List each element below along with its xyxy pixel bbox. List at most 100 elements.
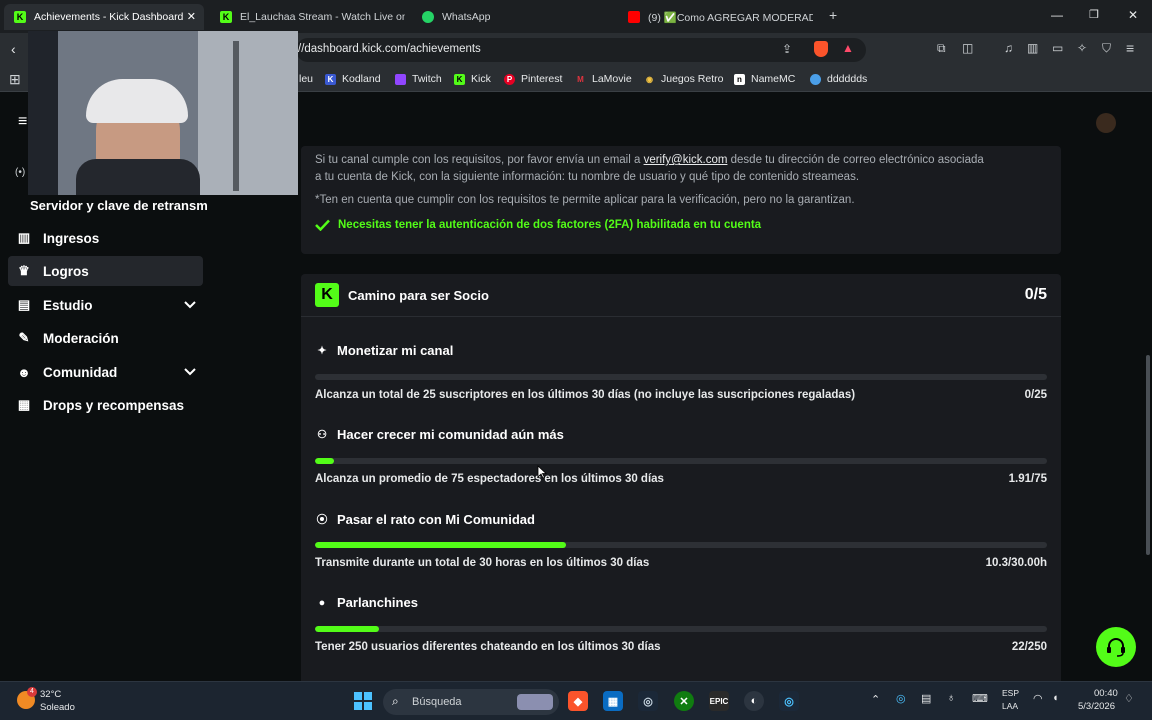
bookmark-dddddds[interactable]: dddddds	[810, 73, 867, 85]
tab-title: (9) ✅Como AGREGAR MODERADOR	[648, 11, 813, 24]
bookmark-kodland[interactable]: K Kodland	[325, 73, 381, 85]
brave-taskbar-icon[interactable]: ◆	[568, 691, 588, 711]
chevron-down-icon[interactable]	[183, 365, 197, 379]
tab-youtube[interactable]: (9) ✅Como AGREGAR MODERADOR	[618, 4, 813, 30]
store-taskbar-icon[interactable]: ▦	[603, 691, 623, 711]
requirement-2fa-text: Necesitas tener la autenticación de dos …	[338, 219, 762, 231]
keyboard-icon[interactable]: ⌨	[972, 692, 988, 705]
support-chat-button[interactable]	[1096, 627, 1136, 667]
sidebar-toggle-icon[interactable]: ▥	[1027, 41, 1038, 55]
close-tab-icon[interactable]: ✕	[187, 10, 196, 23]
studio-icon: ▤	[17, 297, 31, 312]
namemc-icon: n	[734, 73, 745, 85]
scrollbar-thumb[interactable]	[1146, 355, 1150, 555]
sidebar-item-estudio[interactable]: ▤ Estudio	[8, 290, 203, 320]
sidebar-item-stream-key[interactable]: Servidor y clave de retransm	[30, 198, 208, 213]
bookmark-namemc[interactable]: n NameMC	[734, 73, 795, 85]
wallet-icon[interactable]: ▭	[1052, 41, 1063, 55]
verification-card: Si tu canal cumple con los requisitos, p…	[301, 146, 1061, 254]
new-tab-icon[interactable]: +	[829, 7, 837, 23]
bookmark-kick[interactable]: K Kick	[454, 73, 491, 85]
sidebar-item-drops[interactable]: ▦ Drops y recompensas	[8, 390, 203, 420]
bank-icon: ▥	[17, 230, 31, 245]
bookmark-juegos-retro[interactable]: ◉ Juegos Retro	[644, 73, 723, 85]
leo-ai-icon[interactable]: ✧	[1077, 41, 1087, 55]
bookmark-twitch[interactable]: Twitch	[395, 73, 442, 85]
sidebar-item-label: Estudio	[43, 297, 93, 313]
requirement-text: Tener 250 usuarios diferentes chateando …	[315, 641, 661, 653]
apps-grid-icon[interactable]: ⊞	[9, 71, 21, 88]
clock-date[interactable]: 5/3/2026	[1078, 701, 1115, 712]
brave-rewards-icon[interactable]: ▲	[842, 41, 854, 55]
microphone-icon[interactable]: ♁	[947, 692, 955, 704]
chevron-down-icon[interactable]	[183, 298, 197, 312]
sidebar-item-label: Drops y recompensas	[43, 397, 185, 413]
address-bar[interactable]: //dashboard.kick.com/achievements ⇪ ▲	[296, 38, 866, 62]
kick-favicon-icon: K	[220, 11, 232, 23]
sidebar-item-moderacion[interactable]: ✎ Moderación	[8, 323, 203, 353]
section-pasar-el-rato: ⦿ Pasar el rato con Mi Comunidad	[316, 511, 535, 527]
music-icon[interactable]: ♫	[1004, 41, 1013, 55]
section-crecer: ⚇ Hacer crecer mi comunidad aún más	[315, 427, 564, 442]
kick-logo-icon: K	[315, 283, 339, 307]
progress-fill	[315, 458, 334, 464]
bookmark-pinterest[interactable]: P Pinterest	[504, 73, 562, 85]
keyboard-layout[interactable]: LAA	[1002, 701, 1018, 711]
weather-desc: Soleado	[40, 702, 75, 713]
menu-icon[interactable]: ≡	[1126, 40, 1134, 56]
minimize-icon[interactable]: —	[1051, 8, 1063, 22]
bookmark-lamovie[interactable]: M LaMovie	[575, 73, 632, 85]
steam-tray-icon[interactable]: ◎	[896, 692, 906, 705]
windows-start-icon[interactable]	[354, 692, 372, 710]
screenshot-icon[interactable]: ◫	[962, 41, 973, 55]
webcam-overlay	[28, 31, 298, 195]
search-icon: ⌕	[392, 694, 399, 708]
wifi-icon[interactable]: ◠	[1033, 692, 1043, 705]
verify-email-link[interactable]: verify@kick.com	[644, 154, 728, 166]
language-code[interactable]: ESP	[1002, 688, 1019, 698]
kick-favicon-icon: K	[14, 11, 26, 23]
avatar[interactable]	[1096, 113, 1116, 133]
partner-progress: 0/5	[1024, 286, 1047, 303]
steam-taskbar-icon[interactable]: ◎	[638, 691, 658, 711]
steam-chat-taskbar-icon[interactable]: ◎	[779, 691, 799, 711]
brave-shield-icon[interactable]	[814, 41, 828, 57]
sidebar-item-logros[interactable]: ♛ Logros	[8, 256, 203, 286]
lamovie-icon: M	[577, 74, 584, 84]
tray-app-icon[interactable]: ▤	[921, 692, 931, 705]
search-highlight-image	[517, 694, 553, 710]
tab-stream[interactable]: K El_Lauchaa Stream - Watch Live on K	[210, 4, 405, 30]
notifications-bell-icon[interactable]: ♢	[1124, 692, 1134, 705]
back-icon[interactable]: ‹	[11, 41, 16, 57]
taskbar-search[interactable]: ⌕ Búsqueda	[383, 689, 559, 715]
xbox-taskbar-icon[interactable]: ✕	[674, 691, 694, 711]
partner-card: K Camino para ser Socio 0/5 ✦ Monetizar …	[301, 274, 1061, 681]
share-icon[interactable]: ⇪	[782, 42, 792, 56]
volume-icon[interactable]: ◖	[1052, 692, 1059, 704]
tab-title: El_Lauchaa Stream - Watch Live on K	[240, 11, 405, 23]
requirement-value: 0/25	[1024, 389, 1047, 401]
restore-icon[interactable]: ❐	[1089, 8, 1099, 21]
sidebar-item-label: Logros	[43, 263, 89, 279]
show-hidden-icons-icon[interactable]: ⌃	[871, 693, 880, 706]
close-window-icon[interactable]: ✕	[1128, 8, 1138, 22]
whatsapp-favicon-icon	[422, 11, 434, 23]
sidebar-item-label: Ingresos	[43, 230, 100, 246]
tab-title: Achievements - Kick Dashboard	[34, 11, 184, 23]
sidebar-item-comunidad[interactable]: ☻ Comunidad	[8, 357, 203, 387]
headset-icon	[1107, 638, 1125, 657]
tab-whatsapp[interactable]: WhatsApp	[412, 4, 607, 30]
obs-taskbar-icon[interactable]: ◐	[744, 691, 764, 711]
tab-achievements[interactable]: K Achievements - Kick Dashboard ✕	[4, 4, 204, 30]
weather-temp: 32°C	[40, 689, 62, 700]
trophy-icon: ♛	[18, 263, 30, 278]
extensions-icon[interactable]: ⧉	[937, 41, 946, 56]
requirement-value: 22/250	[1011, 641, 1047, 653]
clock-time[interactable]: 00:40	[1094, 688, 1118, 699]
sidebar-item-ingresos[interactable]: ▥ Ingresos	[8, 223, 203, 253]
tab-title: WhatsApp	[442, 11, 491, 23]
vpn-icon[interactable]: ⛉	[1102, 41, 1111, 56]
epic-games-taskbar-icon[interactable]: EPIC	[709, 691, 729, 711]
bookmark-leu[interactable]: leu	[299, 73, 313, 85]
notification-badge: 4	[27, 687, 37, 697]
